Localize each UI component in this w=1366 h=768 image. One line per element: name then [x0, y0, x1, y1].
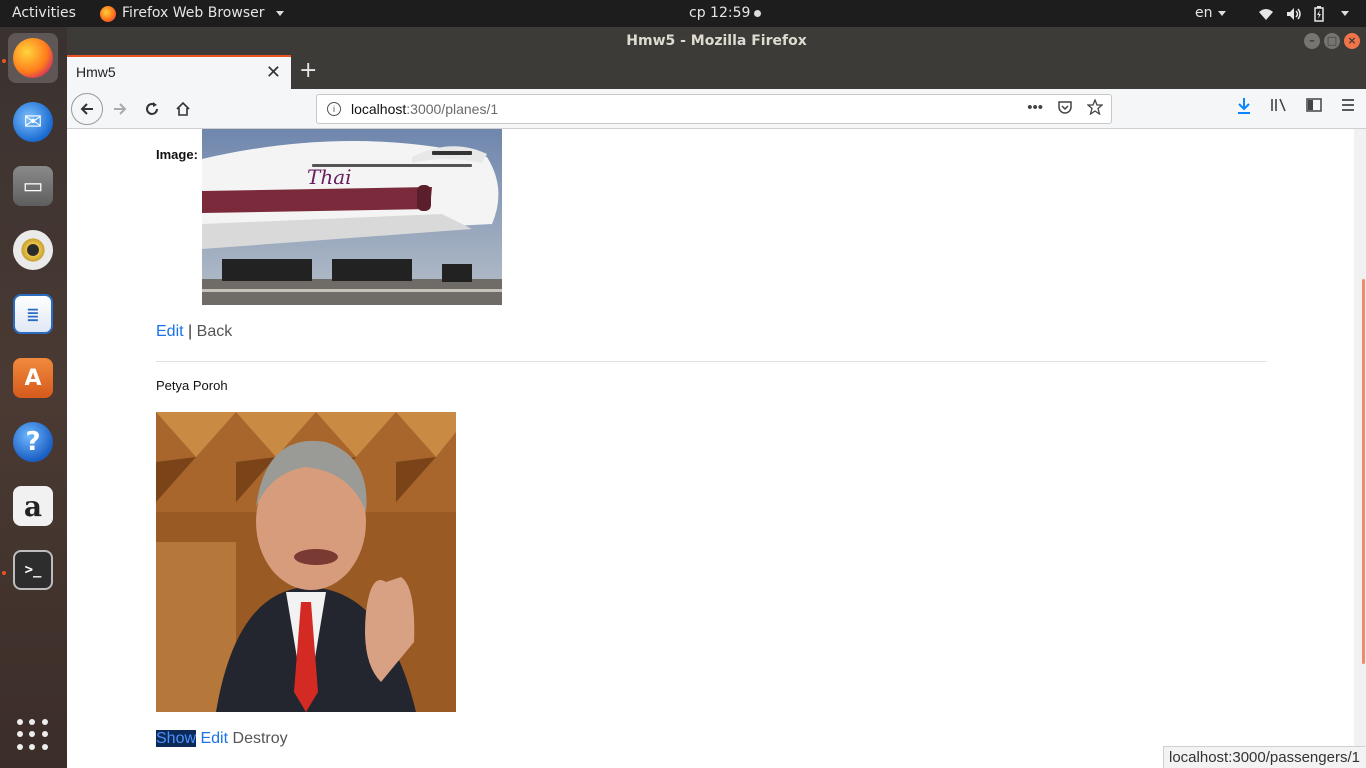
dock-help[interactable]: ? — [8, 417, 58, 467]
hamburger-menu-icon[interactable] — [1340, 97, 1356, 113]
url-bar[interactable]: i localhost:3000/planes/1 ••• — [316, 94, 1112, 124]
svg-text:Thai: Thai — [307, 165, 352, 189]
passenger-name: Petya Poroh — [156, 378, 228, 393]
dock: ✉ ▭ ≣ A ? a >_ — [0, 27, 67, 768]
downloads-icon[interactable] — [1236, 97, 1252, 115]
sidebar-icon[interactable] — [1306, 97, 1322, 113]
tab-strip: Hmw5 ✕ + — [67, 55, 1366, 89]
back-button[interactable] — [71, 93, 103, 125]
navigation-toolbar: i localhost:3000/planes/1 ••• — [67, 89, 1366, 129]
notification-dot — [754, 9, 762, 17]
chevron-down-icon — [1341, 11, 1349, 16]
dock-rhythmbox[interactable] — [8, 225, 58, 275]
destroy-passenger-link[interactable]: Destroy — [233, 730, 288, 747]
url-text: localhost:3000/planes/1 — [351, 101, 498, 117]
dock-terminal[interactable]: >_ — [8, 545, 58, 595]
running-indicator — [2, 571, 6, 575]
close-tab-icon[interactable]: ✕ — [266, 62, 281, 83]
divider — [156, 361, 1267, 362]
show-applications-button[interactable] — [17, 719, 49, 751]
language-label: en — [1195, 5, 1213, 21]
window-title: Hmw5 - Mozilla Firefox — [626, 33, 807, 49]
plane-actions: Edit | Back — [156, 323, 232, 341]
scrollbar[interactable] — [1354, 129, 1366, 768]
separator: | — [188, 323, 193, 340]
page-content: Image: Thai Edit | Back Petya Poroh Show… — [67, 129, 1354, 768]
back-link[interactable]: Back — [197, 323, 233, 340]
clock-label: ср 12:59 — [689, 5, 751, 21]
forward-arrow-icon — [114, 103, 127, 115]
new-tab-button[interactable]: + — [299, 58, 317, 83]
site-info-icon[interactable]: i — [327, 102, 341, 116]
top-bar: Activities Firefox Web Browser ср 12:59 … — [0, 0, 1366, 27]
edit-plane-link[interactable]: Edit — [156, 323, 184, 340]
maximize-button[interactable]: □ — [1324, 33, 1340, 49]
reload-button[interactable] — [137, 94, 167, 124]
thunderbird-icon: ✉ — [13, 102, 53, 142]
link-status-tooltip: localhost:3000/passengers/1 — [1163, 746, 1365, 768]
scrollbar-thumb[interactable] — [1362, 279, 1365, 664]
passenger-photo — [156, 412, 456, 712]
running-indicator — [2, 59, 6, 63]
dock-software[interactable]: A — [8, 353, 58, 403]
library-icon[interactable] — [1270, 97, 1288, 113]
dock-thunderbird[interactable]: ✉ — [8, 97, 58, 147]
activities-button[interactable]: Activities — [12, 0, 76, 27]
url-path: :3000/planes/1 — [406, 101, 499, 117]
passenger-actions: Show Edit Destroy — [156, 730, 288, 748]
reload-icon — [146, 102, 158, 115]
back-arrow-icon — [80, 103, 93, 115]
pocket-icon[interactable] — [1057, 99, 1073, 115]
language-indicator[interactable]: en — [1195, 0, 1226, 27]
close-window-button[interactable]: × — [1344, 33, 1360, 49]
minimize-button[interactable]: – — [1304, 33, 1320, 49]
bookmark-star-icon[interactable] — [1087, 99, 1103, 115]
image-label: Image: — [156, 147, 198, 162]
system-status-menu[interactable] — [1258, 0, 1349, 27]
software-center-icon: A — [13, 358, 53, 398]
forward-button[interactable] — [105, 94, 135, 124]
battery-icon — [1314, 5, 1324, 22]
help-icon: ? — [13, 422, 53, 462]
tab-hmw5[interactable]: Hmw5 ✕ — [67, 55, 291, 89]
rhythmbox-icon — [13, 230, 53, 270]
plane-image: Thai — [202, 129, 502, 305]
wifi-icon — [1259, 8, 1273, 20]
dock-firefox[interactable] — [8, 33, 58, 83]
amazon-icon: a — [13, 486, 53, 526]
chevron-down-icon — [275, 11, 284, 16]
app-menu[interactable]: Firefox Web Browser — [100, 0, 284, 27]
dock-amazon[interactable]: a — [8, 481, 58, 531]
volume-icon — [1287, 7, 1301, 20]
tab-title: Hmw5 — [76, 64, 116, 80]
firefox-icon — [100, 5, 116, 22]
writer-icon: ≣ — [13, 294, 53, 334]
edit-passenger-link[interactable]: Edit — [200, 730, 228, 747]
clock[interactable]: ср 12:59 — [689, 0, 762, 27]
firefox-icon — [13, 38, 53, 78]
page-actions-icon[interactable]: ••• — [1027, 99, 1043, 116]
terminal-icon: >_ — [13, 550, 53, 590]
dock-writer[interactable]: ≣ — [8, 289, 58, 339]
chevron-down-icon — [1217, 10, 1226, 16]
home-button[interactable] — [168, 94, 198, 124]
files-icon: ▭ — [13, 166, 53, 206]
app-menu-label: Firefox Web Browser — [122, 5, 265, 21]
show-passenger-link[interactable]: Show — [156, 730, 197, 747]
url-host: localhost — [351, 101, 407, 117]
home-icon — [176, 101, 190, 116]
window-titlebar[interactable]: Hmw5 - Mozilla Firefox – □ × — [67, 27, 1366, 55]
dock-files[interactable]: ▭ — [8, 161, 58, 211]
